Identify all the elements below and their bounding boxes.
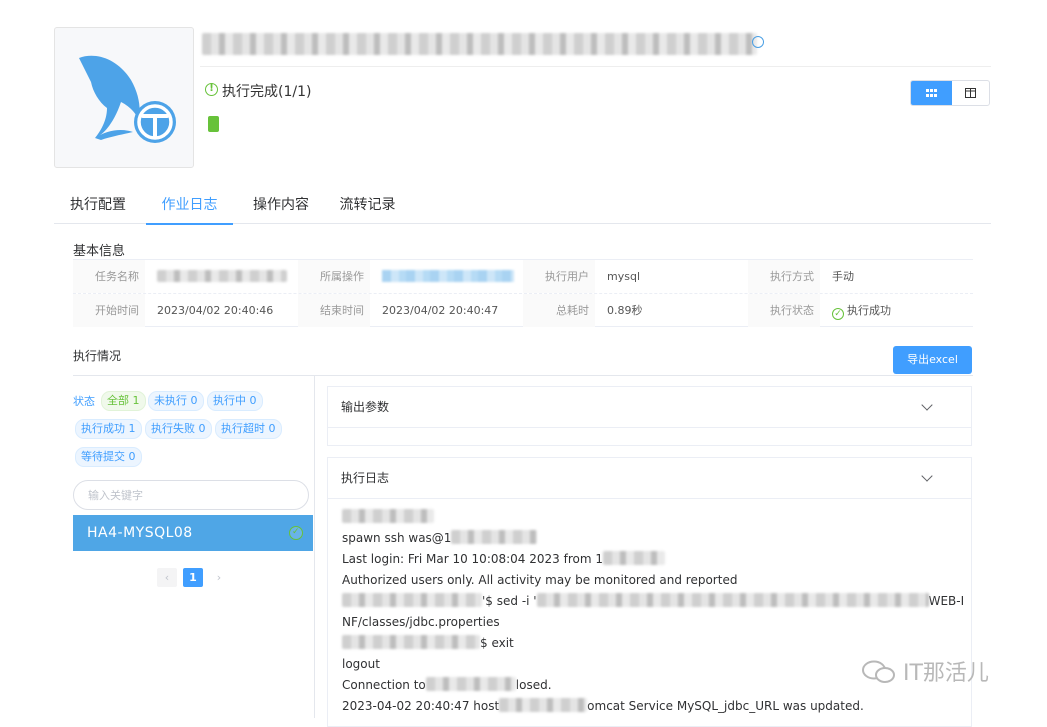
user-label: 执行用户 xyxy=(523,260,595,293)
tab-flow-record[interactable]: 流转记录 xyxy=(325,188,410,223)
page-number-current[interactable]: 1 xyxy=(183,568,203,587)
exec-log-header[interactable]: 执行日志 xyxy=(328,458,971,499)
filter-chip-failed[interactable]: 执行失败 0 xyxy=(145,419,212,439)
filter-chip-success[interactable]: 执行成功 1 xyxy=(75,419,142,439)
split-view-icon xyxy=(965,88,976,98)
dolphin-logo-icon xyxy=(79,55,176,143)
check-circle-icon: ! xyxy=(205,83,218,96)
task-name-value-redacted xyxy=(157,270,287,282)
filter-chip-timeout[interactable]: 执行超时 0 xyxy=(215,419,282,439)
filter-chip-not-executed[interactable]: 未执行 0 xyxy=(148,391,204,411)
view-toggle xyxy=(910,80,990,106)
end-time-label: 结束时间 xyxy=(298,294,370,327)
log-line: $ exit xyxy=(342,633,957,654)
duration-value: 0.89秒 xyxy=(607,304,643,317)
execution-title: 执行情况 xyxy=(73,349,122,363)
log-line: '$ sed -i ' WEB-I xyxy=(342,591,964,612)
next-page-button[interactable]: › xyxy=(209,568,229,587)
start-time-value: 2023/04/02 20:40:46 xyxy=(157,304,274,317)
filter-chip-executing[interactable]: 执行中 0 xyxy=(207,391,263,411)
grid-view-button[interactable] xyxy=(911,81,952,105)
filter-chip-pending[interactable]: 等待提交 0 xyxy=(75,447,142,467)
watermark-text: IT那活儿 xyxy=(903,661,989,686)
execution-status-text: 执行完成(1/1) xyxy=(222,84,312,100)
wechat-icon xyxy=(862,660,895,683)
prev-page-button[interactable]: ‹ xyxy=(157,568,177,587)
chevron-down-icon xyxy=(921,470,933,482)
progress-indicator xyxy=(208,116,219,132)
output-params-title: 输出参数 xyxy=(341,400,390,414)
loading-icon xyxy=(752,36,764,48)
host-list-item[interactable]: HA4-MYSQL08 ✓ xyxy=(73,515,313,551)
basic-info-table: 任务名称 所属操作 执行用户 mysql 执行方式 手动 开始时间 2023/0… xyxy=(73,259,973,327)
duration-label: 总耗时 xyxy=(523,294,595,327)
log-line: 2023-04-02 20:40:47 host omcat Service My… xyxy=(342,698,864,713)
chevron-down-icon xyxy=(921,399,933,411)
tab-job-log[interactable]: 作业日志 xyxy=(146,188,233,225)
header-divider xyxy=(200,66,991,67)
exec-log-title: 执行日志 xyxy=(341,471,390,485)
start-time-label: 开始时间 xyxy=(73,294,145,327)
export-excel-button[interactable]: 导出excel xyxy=(893,346,972,374)
basic-info-title: 基本信息 xyxy=(73,244,126,259)
check-circle-icon: ✓ xyxy=(289,526,303,540)
info-row: 任务名称 所属操作 执行用户 mysql 执行方式 手动 xyxy=(73,260,973,293)
tab-bar: 执行配置 作业日志 操作内容 流转记录 xyxy=(54,188,991,225)
execution-divider xyxy=(73,375,973,376)
tab-exec-config[interactable]: 执行配置 xyxy=(54,188,142,223)
log-line: spawn ssh was@1 xyxy=(342,528,957,549)
task-title-redacted xyxy=(202,33,757,55)
tab-operation-content[interactable]: 操作内容 xyxy=(237,188,325,223)
log-line: Last login: Fri Mar 10 10:08:04 2023 fro… xyxy=(342,549,957,570)
info-row: 开始时间 2023/04/02 20:40:46 结束时间 2023/04/02… xyxy=(73,293,973,327)
task-name-label: 任务名称 xyxy=(73,260,145,293)
operation-value-redacted xyxy=(382,270,514,282)
state-filter-label: 状态 xyxy=(73,395,95,408)
exec-state-label: 执行状态 xyxy=(748,294,820,327)
exec-state-value: ✓ 执行成功 xyxy=(832,294,891,327)
host-name: HA4-MYSQL08 xyxy=(87,525,193,541)
grid-icon xyxy=(926,88,937,97)
method-label: 执行方式 xyxy=(748,260,820,293)
split-view-button[interactable] xyxy=(952,81,989,105)
user-value: mysql xyxy=(607,270,640,283)
log-line xyxy=(342,507,957,528)
end-time-value: 2023/04/02 20:40:47 xyxy=(382,304,499,317)
check-circle-icon: ✓ xyxy=(832,308,844,320)
method-value: 手动 xyxy=(832,270,854,283)
output-params-header[interactable]: 输出参数 xyxy=(328,387,971,428)
column-divider xyxy=(314,376,315,718)
log-line: Authorized users only. All activity may … xyxy=(342,573,738,587)
output-params-panel: 输出参数 xyxy=(327,386,972,446)
log-line: NF/classes/jdbc.properties xyxy=(342,615,500,629)
exec-state-text: 执行成功 xyxy=(847,304,891,317)
watermark: IT那活儿 xyxy=(862,655,989,687)
app-logo xyxy=(54,27,194,168)
keyword-search-input[interactable] xyxy=(73,480,309,510)
filter-chip-all[interactable]: 全部 1 xyxy=(101,391,146,411)
operation-label: 所属操作 xyxy=(298,260,370,293)
